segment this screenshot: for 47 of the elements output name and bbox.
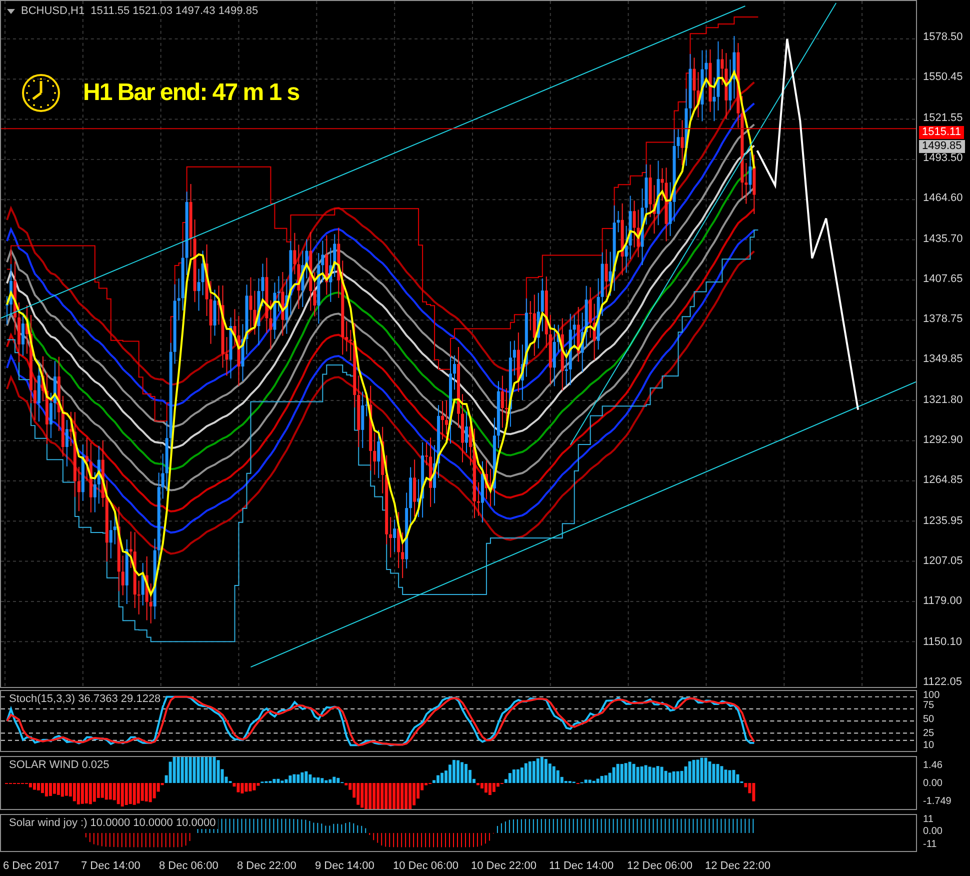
dropdown-caret-icon[interactable] <box>7 8 15 14</box>
time-axis-label: 8 Dec 06:00 <box>159 860 220 872</box>
price-axis-label: 1292.90 <box>923 434 963 447</box>
price-tag: 1499.85 <box>919 140 965 153</box>
indicator-label: SOLAR WIND 0.025 <box>7 759 112 771</box>
price-axis-label: 1464.60 <box>923 192 963 206</box>
time-axis-label: 8 Dec 22:00 <box>237 860 298 872</box>
time-axis-label: 12 Dec 06:00 <box>627 860 694 872</box>
time-axis-label: 9 Dec 14:00 <box>315 860 376 872</box>
indicator-scale-label: 75 <box>923 700 934 711</box>
price-axis-label: 1264.85 <box>923 474 963 488</box>
time-axis-label: 11 Dec 14:00 <box>549 860 615 872</box>
price-axis-label: 1521.55 <box>923 112 963 125</box>
indicator-scale-label: 10 <box>923 740 934 751</box>
price-tag: 1515.11 <box>919 126 964 139</box>
time-axis-label: 7 Dec 14:00 <box>81 860 142 872</box>
indicator-scale-label: 25 <box>923 728 934 739</box>
time-axis-label: 12 Dec 22:00 <box>705 860 772 872</box>
indicator-scale-label: 100 <box>923 690 940 701</box>
indicator-scale-label: 0.00 <box>923 826 942 837</box>
indicator-scale-label: 0.00 <box>923 778 942 789</box>
indicator-scale-label: 11 <box>923 814 934 825</box>
price-axis-label: 1550.45 <box>923 71 963 84</box>
clock-icon <box>21 73 61 113</box>
price-axis-label: 1493.50 <box>923 152 963 165</box>
indicator-scale-label: 50 <box>923 714 934 725</box>
price-axis-label: 1349.85 <box>923 353 963 366</box>
price-axis-label: 1235.95 <box>923 514 963 528</box>
price-axis-label: 1122.05 <box>923 676 962 689</box>
price-axis-label: 1150.10 <box>923 636 962 648</box>
time-axis-label: 6 Dec 2017 <box>3 860 60 872</box>
price-axis-label: 1407.65 <box>923 272 963 286</box>
symbol-info: BCHUSD,H1 1511.55 1521.03 1497.43 1499.85 <box>21 5 258 17</box>
indicator-scale-label: 1.46 <box>923 760 942 771</box>
time-axis-label: 10 Dec 22:00 <box>471 860 538 872</box>
price-axis-label: 1179.00 <box>923 595 962 608</box>
price-axis-label: 1378.75 <box>923 313 963 326</box>
price-axis-label: 1578.50 <box>923 31 963 44</box>
indicator-label: Solar wind joy :) 10.0000 10.0000 10.0000 <box>7 817 218 829</box>
price-axis-label: 1207.05 <box>923 554 963 568</box>
price-axis-label: 1435.70 <box>923 232 963 246</box>
indicator-scale-label: -11 <box>923 839 937 850</box>
price-axis-label: 1321.80 <box>923 394 963 407</box>
indicator-scale-label: -1.749 <box>923 796 952 807</box>
time-axis-label: 10 Dec 06:00 <box>393 860 460 872</box>
indicator-label: Stoch(15,3,3) 36.7363 29.1228 <box>7 693 163 705</box>
bar-timer-text: H1 Bar end: 47 m 1 s <box>83 79 300 107</box>
